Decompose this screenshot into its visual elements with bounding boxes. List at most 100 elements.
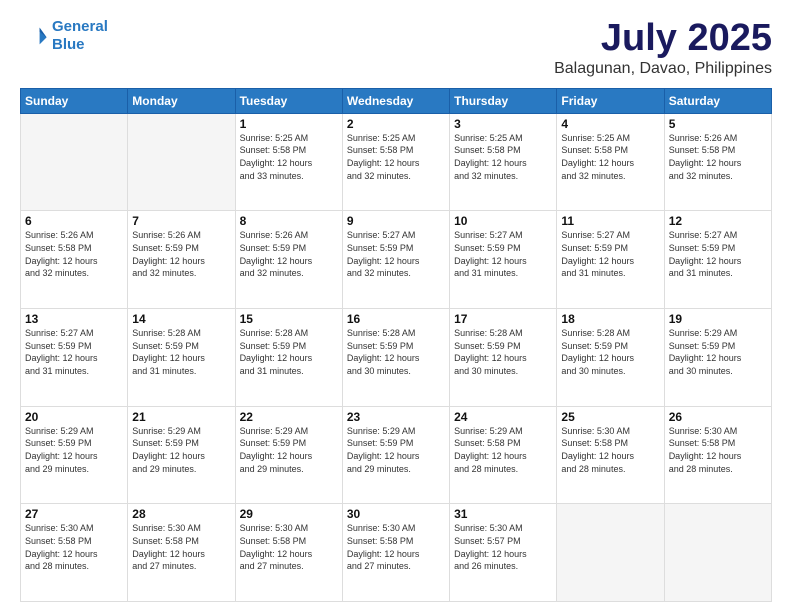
calendar-day-cell: 28Sunrise: 5:30 AM Sunset: 5:58 PM Dayli…: [128, 504, 235, 602]
subtitle: Balagunan, Davao, Philippines: [554, 60, 772, 78]
day-info: Sunrise: 5:29 AM Sunset: 5:59 PM Dayligh…: [240, 425, 338, 475]
calendar-day-cell: 20Sunrise: 5:29 AM Sunset: 5:59 PM Dayli…: [21, 406, 128, 504]
calendar-weekday-header: Saturday: [664, 88, 771, 113]
calendar-day-cell: 23Sunrise: 5:29 AM Sunset: 5:59 PM Dayli…: [342, 406, 449, 504]
calendar-week-row: 13Sunrise: 5:27 AM Sunset: 5:59 PM Dayli…: [21, 309, 772, 407]
calendar-weekday-header: Wednesday: [342, 88, 449, 113]
calendar-weekday-header: Sunday: [21, 88, 128, 113]
calendar-weekday-header: Tuesday: [235, 88, 342, 113]
calendar-day-cell: 3Sunrise: 5:25 AM Sunset: 5:58 PM Daylig…: [450, 113, 557, 211]
calendar-day-cell: 14Sunrise: 5:28 AM Sunset: 5:59 PM Dayli…: [128, 309, 235, 407]
logo: General Blue: [20, 18, 108, 54]
day-number: 4: [561, 117, 659, 131]
day-info: Sunrise: 5:28 AM Sunset: 5:59 PM Dayligh…: [240, 327, 338, 377]
day-number: 22: [240, 410, 338, 424]
day-info: Sunrise: 5:29 AM Sunset: 5:59 PM Dayligh…: [132, 425, 230, 475]
day-number: 9: [347, 214, 445, 228]
calendar-day-cell: 15Sunrise: 5:28 AM Sunset: 5:59 PM Dayli…: [235, 309, 342, 407]
calendar-day-cell: 9Sunrise: 5:27 AM Sunset: 5:59 PM Daylig…: [342, 211, 449, 309]
page: General Blue July 2025 Balagunan, Davao,…: [0, 0, 792, 612]
calendar-day-cell: 5Sunrise: 5:26 AM Sunset: 5:58 PM Daylig…: [664, 113, 771, 211]
calendar-day-cell: 22Sunrise: 5:29 AM Sunset: 5:59 PM Dayli…: [235, 406, 342, 504]
day-info: Sunrise: 5:25 AM Sunset: 5:58 PM Dayligh…: [347, 132, 445, 182]
calendar-day-cell: 6Sunrise: 5:26 AM Sunset: 5:58 PM Daylig…: [21, 211, 128, 309]
calendar-day-cell: [21, 113, 128, 211]
calendar-week-row: 1Sunrise: 5:25 AM Sunset: 5:58 PM Daylig…: [21, 113, 772, 211]
day-number: 16: [347, 312, 445, 326]
day-number: 15: [240, 312, 338, 326]
day-info: Sunrise: 5:30 AM Sunset: 5:58 PM Dayligh…: [561, 425, 659, 475]
calendar-day-cell: 26Sunrise: 5:30 AM Sunset: 5:58 PM Dayli…: [664, 406, 771, 504]
logo-icon: [20, 22, 48, 50]
day-info: Sunrise: 5:25 AM Sunset: 5:58 PM Dayligh…: [454, 132, 552, 182]
day-info: Sunrise: 5:29 AM Sunset: 5:59 PM Dayligh…: [25, 425, 123, 475]
calendar-day-cell: 30Sunrise: 5:30 AM Sunset: 5:58 PM Dayli…: [342, 504, 449, 602]
day-info: Sunrise: 5:29 AM Sunset: 5:59 PM Dayligh…: [347, 425, 445, 475]
calendar-table: SundayMondayTuesdayWednesdayThursdayFrid…: [20, 88, 772, 602]
calendar-day-cell: 13Sunrise: 5:27 AM Sunset: 5:59 PM Dayli…: [21, 309, 128, 407]
day-number: 20: [25, 410, 123, 424]
calendar-day-cell: 10Sunrise: 5:27 AM Sunset: 5:59 PM Dayli…: [450, 211, 557, 309]
day-number: 25: [561, 410, 659, 424]
day-number: 23: [347, 410, 445, 424]
day-number: 30: [347, 507, 445, 521]
calendar-day-cell: 16Sunrise: 5:28 AM Sunset: 5:59 PM Dayli…: [342, 309, 449, 407]
day-number: 1: [240, 117, 338, 131]
calendar-day-cell: 8Sunrise: 5:26 AM Sunset: 5:59 PM Daylig…: [235, 211, 342, 309]
logo-text: General Blue: [52, 18, 108, 54]
day-info: Sunrise: 5:30 AM Sunset: 5:58 PM Dayligh…: [347, 522, 445, 572]
day-number: 18: [561, 312, 659, 326]
calendar-day-cell: 27Sunrise: 5:30 AM Sunset: 5:58 PM Dayli…: [21, 504, 128, 602]
day-number: 21: [132, 410, 230, 424]
day-info: Sunrise: 5:28 AM Sunset: 5:59 PM Dayligh…: [454, 327, 552, 377]
day-number: 29: [240, 507, 338, 521]
calendar-day-cell: 18Sunrise: 5:28 AM Sunset: 5:59 PM Dayli…: [557, 309, 664, 407]
calendar-day-cell: 7Sunrise: 5:26 AM Sunset: 5:59 PM Daylig…: [128, 211, 235, 309]
day-info: Sunrise: 5:27 AM Sunset: 5:59 PM Dayligh…: [669, 229, 767, 279]
header: General Blue July 2025 Balagunan, Davao,…: [20, 18, 772, 78]
day-info: Sunrise: 5:28 AM Sunset: 5:59 PM Dayligh…: [132, 327, 230, 377]
day-number: 10: [454, 214, 552, 228]
day-info: Sunrise: 5:28 AM Sunset: 5:59 PM Dayligh…: [347, 327, 445, 377]
calendar-day-cell: 12Sunrise: 5:27 AM Sunset: 5:59 PM Dayli…: [664, 211, 771, 309]
main-title: July 2025: [554, 18, 772, 60]
day-number: 2: [347, 117, 445, 131]
day-number: 12: [669, 214, 767, 228]
calendar-day-cell: 11Sunrise: 5:27 AM Sunset: 5:59 PM Dayli…: [557, 211, 664, 309]
day-info: Sunrise: 5:30 AM Sunset: 5:57 PM Dayligh…: [454, 522, 552, 572]
day-info: Sunrise: 5:27 AM Sunset: 5:59 PM Dayligh…: [25, 327, 123, 377]
day-info: Sunrise: 5:30 AM Sunset: 5:58 PM Dayligh…: [132, 522, 230, 572]
calendar-week-row: 27Sunrise: 5:30 AM Sunset: 5:58 PM Dayli…: [21, 504, 772, 602]
day-info: Sunrise: 5:26 AM Sunset: 5:59 PM Dayligh…: [132, 229, 230, 279]
calendar-day-cell: 31Sunrise: 5:30 AM Sunset: 5:57 PM Dayli…: [450, 504, 557, 602]
day-number: 26: [669, 410, 767, 424]
calendar-weekday-header: Monday: [128, 88, 235, 113]
day-info: Sunrise: 5:30 AM Sunset: 5:58 PM Dayligh…: [240, 522, 338, 572]
day-number: 17: [454, 312, 552, 326]
day-number: 19: [669, 312, 767, 326]
day-number: 28: [132, 507, 230, 521]
day-info: Sunrise: 5:27 AM Sunset: 5:59 PM Dayligh…: [561, 229, 659, 279]
day-info: Sunrise: 5:25 AM Sunset: 5:58 PM Dayligh…: [240, 132, 338, 182]
day-number: 13: [25, 312, 123, 326]
day-number: 5: [669, 117, 767, 131]
calendar-day-cell: 24Sunrise: 5:29 AM Sunset: 5:58 PM Dayli…: [450, 406, 557, 504]
day-number: 31: [454, 507, 552, 521]
calendar-week-row: 6Sunrise: 5:26 AM Sunset: 5:58 PM Daylig…: [21, 211, 772, 309]
day-number: 24: [454, 410, 552, 424]
calendar-week-row: 20Sunrise: 5:29 AM Sunset: 5:59 PM Dayli…: [21, 406, 772, 504]
calendar-day-cell: 17Sunrise: 5:28 AM Sunset: 5:59 PM Dayli…: [450, 309, 557, 407]
calendar-weekday-header: Thursday: [450, 88, 557, 113]
day-number: 8: [240, 214, 338, 228]
calendar-day-cell: [557, 504, 664, 602]
calendar-weekday-header: Friday: [557, 88, 664, 113]
day-number: 14: [132, 312, 230, 326]
day-info: Sunrise: 5:29 AM Sunset: 5:58 PM Dayligh…: [454, 425, 552, 475]
day-info: Sunrise: 5:25 AM Sunset: 5:58 PM Dayligh…: [561, 132, 659, 182]
calendar-day-cell: 21Sunrise: 5:29 AM Sunset: 5:59 PM Dayli…: [128, 406, 235, 504]
calendar-day-cell: 19Sunrise: 5:29 AM Sunset: 5:59 PM Dayli…: [664, 309, 771, 407]
day-info: Sunrise: 5:28 AM Sunset: 5:59 PM Dayligh…: [561, 327, 659, 377]
calendar-day-cell: 2Sunrise: 5:25 AM Sunset: 5:58 PM Daylig…: [342, 113, 449, 211]
day-number: 7: [132, 214, 230, 228]
day-info: Sunrise: 5:30 AM Sunset: 5:58 PM Dayligh…: [25, 522, 123, 572]
